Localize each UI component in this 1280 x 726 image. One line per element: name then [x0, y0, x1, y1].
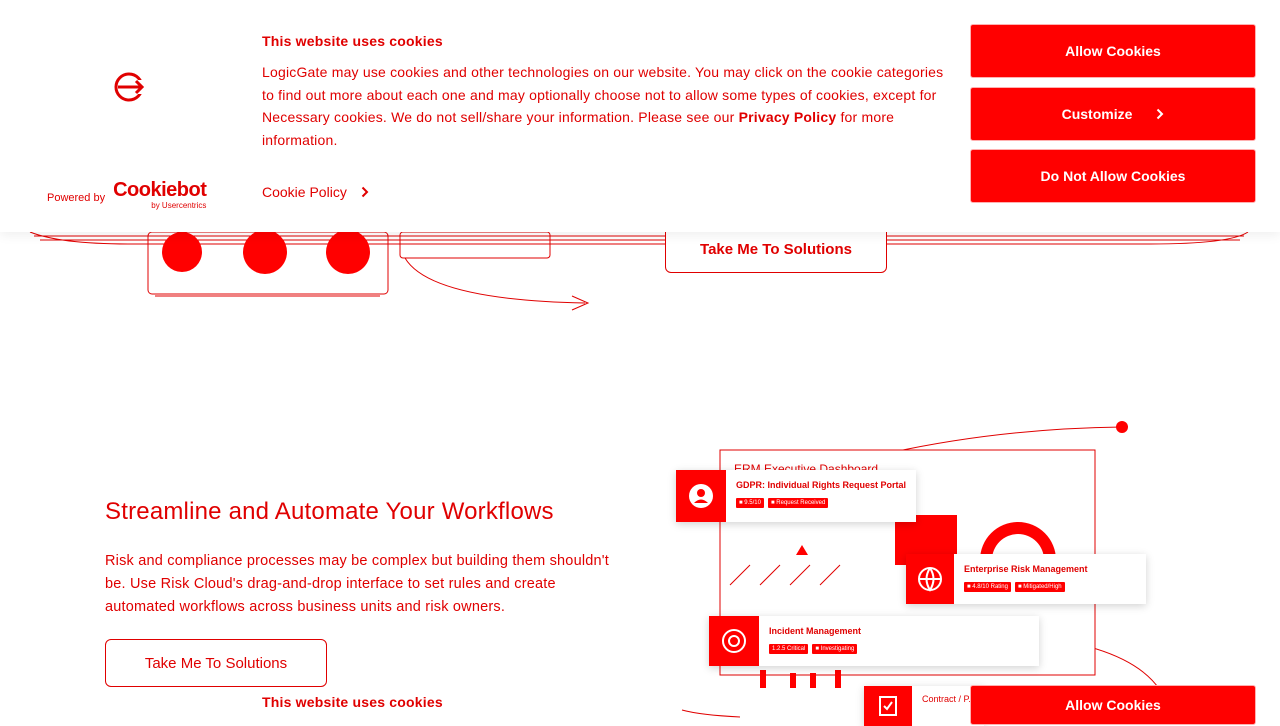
top-solutions-button[interactable]: Take Me To Solutions [665, 226, 887, 273]
cookie-banner-text: LogicGate may use cookies and other tech… [262, 61, 952, 151]
incident-card: Incident Management 1.2.5 Critical ■ Inv… [709, 616, 1039, 666]
cookiebot-badge[interactable]: Powered by Cookiebot by Usercentrics [47, 179, 207, 210]
allow-cookies-label: Allow Cookies [1065, 43, 1161, 59]
erm-tag-2: ■ Mitigated/High [1014, 582, 1065, 592]
gdpr-tag-2: ■ Request Received [767, 498, 829, 508]
logicgate-logo-icon [114, 72, 146, 102]
feature-description: Risk and compliance processes may be com… [105, 553, 609, 615]
deny-cookies-label: Do Not Allow Cookies [1040, 168, 1186, 184]
incident-tag-1: 1.2.5 Critical [769, 644, 809, 654]
gdpr-card-title: GDPR: Individual Rights Request Portal [736, 480, 907, 490]
gdpr-tag-1: ■ 9.5/10 [736, 498, 764, 508]
bottom-allow-cookies-label: Allow Cookies [1065, 697, 1161, 713]
erm-card-title: Enterprise Risk Management [964, 564, 1088, 574]
privacy-policy-link[interactable]: Privacy Policy [739, 109, 837, 125]
erm-tag-1: ■ 4.8/10 Rating [964, 582, 1011, 592]
top-solutions-button-label: Take Me To Solutions [700, 241, 852, 258]
incident-tag-2: ■ Investigating [812, 644, 858, 654]
contract-card-title: Contract / P... [922, 694, 976, 704]
gdpr-card: GDPR: Individual Rights Request Portal ■… [676, 470, 916, 522]
globe-icon [906, 554, 954, 604]
cookie-banner-title: This website uses cookies [262, 33, 443, 49]
feature-solutions-button-label: Take Me To Solutions [144, 654, 288, 672]
cookie-policy-link[interactable]: Cookie Policy [262, 184, 369, 200]
target-icon [709, 616, 759, 666]
checklist-icon [864, 686, 912, 726]
feature-solutions-button[interactable]: Take Me To Solutions [105, 639, 327, 687]
deny-cookies-button[interactable]: Do Not Allow Cookies [970, 149, 1256, 203]
cookiebot-logo: Cookiebot [113, 179, 207, 201]
allow-cookies-button[interactable]: Allow Cookies [970, 24, 1256, 78]
bottom-banner-title: This website uses cookies [262, 694, 443, 710]
chevron-right-icon [361, 186, 369, 198]
contract-card: Contract / P... [864, 686, 984, 726]
customize-label: Customize [1061, 106, 1133, 122]
feature-headline: Streamline and Automate Your Workflows [105, 498, 554, 525]
user-icon [676, 470, 726, 522]
powered-by-label: Powered by [47, 192, 106, 204]
customize-button[interactable]: Customize [970, 87, 1256, 141]
cookiebot-sublabel: by Usercentrics [151, 201, 207, 210]
cookie-banner: This website uses cookies LogicGate may … [0, 0, 1280, 232]
bottom-allow-cookies-button[interactable]: Allow Cookies [970, 685, 1256, 725]
chevron-right-icon [1157, 108, 1164, 120]
cookie-policy-label: Cookie Policy [262, 184, 347, 200]
incident-card-title: Incident Management [769, 626, 862, 636]
erm-card: Enterprise Risk Management ■ 4.8/10 Rati… [906, 554, 1146, 604]
